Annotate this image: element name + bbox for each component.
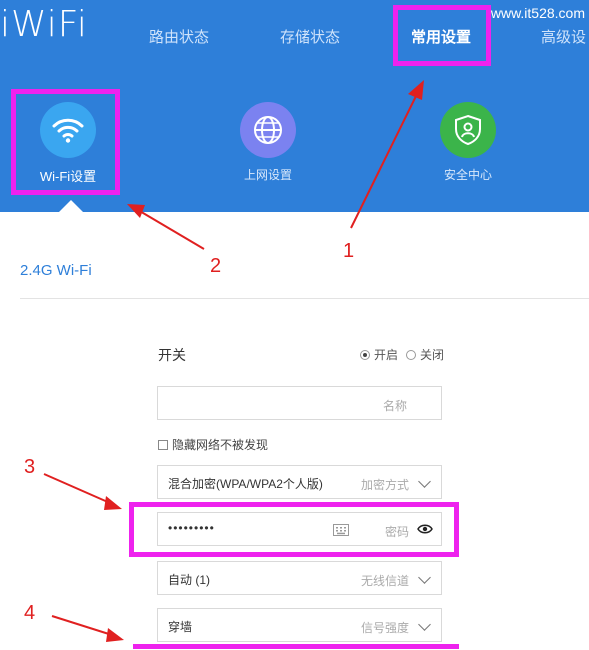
annotation-1: 1 xyxy=(343,240,355,262)
annotation-arrows xyxy=(43,80,424,642)
annotation-3: 3 xyxy=(24,456,36,478)
annotation-4: 4 xyxy=(24,602,36,624)
annotation-2: 2 xyxy=(210,255,222,277)
